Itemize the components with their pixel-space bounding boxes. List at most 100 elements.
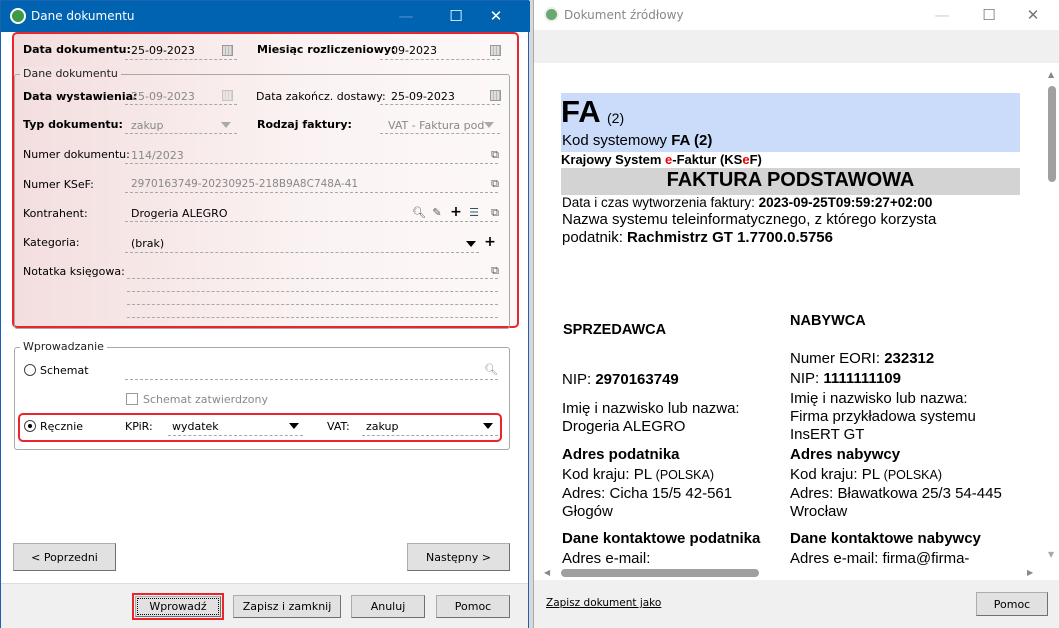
doc-system-1: Nazwa systemu teleinformatycznego, z któ… — [562, 211, 937, 228]
scrollbar-thumb[interactable] — [1048, 86, 1056, 182]
calendar-icon[interactable] — [222, 45, 233, 56]
plus-icon[interactable]: + — [450, 205, 462, 219]
chevron-down-icon — [484, 122, 494, 128]
copy-icon[interactable]: ⧉ — [489, 207, 501, 219]
copy-icon[interactable]: ⧉ — [489, 149, 501, 161]
schemat-zatwierdzony-checkbox[interactable] — [126, 393, 138, 405]
ksef-field: 2970163749-20230925-218B9A8C748A-41 — [131, 178, 359, 190]
save-document-link[interactable]: Zapisz dokument jako — [546, 597, 661, 609]
schemat-label: Schemat — [40, 364, 89, 377]
ksef-label: Numer KSeF: — [23, 178, 94, 191]
scroll-left-icon[interactable]: ◀ — [544, 568, 550, 577]
search-icon[interactable]: 🔍︎ — [484, 364, 498, 376]
help-button[interactable]: Pomoc — [436, 595, 510, 618]
data-wystawienia-field: 25-09-2023 — [131, 90, 195, 103]
doc-kod: Kod systemowy FA (2) — [562, 132, 713, 149]
cancel-button[interactable]: Anuluj — [351, 595, 425, 618]
save-close-button[interactable]: Zapisz i zamknij — [233, 595, 341, 618]
seller-contact-title: Dane kontaktowe podatnika — [562, 530, 761, 547]
doc-ksef: Krajowy System e-Faktur (KSeF) — [561, 152, 762, 167]
doc-fa: FA — [561, 94, 601, 129]
scroll-right-icon[interactable]: ▶ — [1027, 568, 1033, 577]
kpir-label: KPiR: — [125, 420, 153, 433]
recznie-label: Ręcznie — [40, 420, 84, 433]
horizontal-scrollbar[interactable]: ◀ ▶ — [534, 566, 1044, 580]
kontrahent-field[interactable]: Drogeria ALEGRO — [131, 207, 227, 220]
list-icon[interactable]: ☰ — [468, 207, 480, 219]
numer-label: Numer dokumentu: — [23, 148, 130, 161]
chevron-down-icon[interactable] — [466, 241, 476, 247]
buyer-addr2: Wrocław — [790, 503, 848, 520]
app-logo-icon — [10, 8, 26, 24]
seller-addr1: Adres: Cicha 15/5 42-561 — [562, 485, 733, 502]
buyer-nip: NIP: 1111111109 — [790, 370, 901, 387]
data-dostawy-field[interactable]: 25-09-2023 — [391, 90, 455, 103]
scroll-down-icon[interactable]: ▼ — [1048, 550, 1054, 559]
scrollbar-thumb[interactable] — [561, 569, 759, 577]
minimize-button[interactable]: — — [391, 5, 421, 27]
wprowadz-button[interactable]: Wprowadź — [135, 596, 221, 617]
dokument-zrodlowy-window: Dokument źródłowy — ☐ ✕ FA (2) Kod syste… — [533, 0, 1059, 628]
close-button[interactable]: ✕ — [481, 5, 511, 27]
numer-field: 114/2023 — [131, 149, 184, 162]
previous-button[interactable]: < Poprzedni — [13, 543, 116, 571]
seller-name: Drogeria ALEGRO — [562, 418, 686, 435]
buyer-addr-title: Adres nabywcy — [790, 446, 901, 463]
kategoria-dropdown[interactable]: (brak) — [131, 237, 164, 250]
group-title: Wprowadzanie — [20, 340, 107, 353]
copy-icon[interactable]: ⧉ — [489, 178, 501, 190]
data-dokumentu-field[interactable]: 25-09-2023 — [131, 44, 195, 57]
chevron-down-icon — [221, 122, 231, 128]
notatka-textarea[interactable] — [127, 265, 498, 321]
schemat-radio[interactable] — [24, 364, 36, 376]
maximize-button[interactable]: ☐ — [974, 4, 1004, 26]
seller-nip: NIP: 2970163749 — [562, 371, 679, 388]
recznie-radio[interactable] — [24, 420, 36, 432]
toolbar — [534, 30, 1059, 63]
buyer-country: Kod kraju: PL (POLSKA) — [790, 466, 943, 483]
seller-country: Kod kraju: PL (POLSKA) — [562, 466, 715, 483]
maximize-button[interactable]: ☐ — [441, 5, 471, 27]
chevron-down-icon[interactable] — [289, 423, 299, 429]
document-view: FA (2) Kod systemowy FA (2) Krajowy Syst… — [534, 63, 1059, 580]
close-button[interactable]: ✕ — [1018, 4, 1048, 26]
next-button[interactable]: Następny > — [407, 543, 510, 571]
calendar-icon — [222, 90, 233, 101]
help-button[interactable]: Pomoc — [976, 592, 1048, 616]
buyer-contact-title: Dane kontaktowe nabywcy — [790, 530, 981, 547]
kontrahent-label: Kontrahent: — [23, 207, 88, 220]
calendar-icon[interactable] — [490, 90, 501, 101]
vat-dropdown[interactable]: zakup — [366, 420, 399, 433]
rodzaj-label: Rodzaj faktury: — [257, 118, 352, 131]
window-title: Dokument źródłowy — [564, 8, 684, 22]
buyer-name2: InsERT GT — [790, 426, 865, 443]
seller-title: SPRZEDAWCA — [563, 322, 667, 338]
plus-icon[interactable]: + — [484, 235, 496, 249]
kpir-dropdown[interactable]: wydatek — [172, 420, 219, 433]
buyer-title: NABYWCA — [790, 313, 866, 329]
search-icon[interactable]: 🔍︎ — [412, 207, 426, 219]
kategoria-label: Kategoria: — [23, 236, 80, 249]
doc-system-2: podatnik: Rachmistrz GT 1.7700.0.5756 — [562, 229, 833, 246]
dane-dokumentu-window: Dane dokumentu — ☐ ✕ Data dokumentu: 25-… — [0, 0, 530, 628]
doc-date: Data i czas wytworzenia faktury: 2023-09… — [562, 195, 933, 210]
chevron-down-icon[interactable] — [483, 423, 493, 429]
scroll-up-icon[interactable]: ▲ — [1048, 70, 1054, 79]
title-bar: Dokument źródłowy — ☐ ✕ — [534, 0, 1059, 30]
schemat-field[interactable] — [125, 379, 498, 380]
buyer-email: Adres e-mail: firma@firma- — [790, 550, 970, 567]
minimize-button[interactable]: — — [927, 4, 957, 26]
recznie-highlight — [18, 413, 502, 442]
typ-label: Typ dokumentu: — [23, 118, 123, 131]
copy-icon[interactable]: ⧉ — [489, 265, 501, 277]
seller-email: Adres e-mail: — [562, 550, 651, 567]
calendar-icon[interactable] — [490, 45, 501, 56]
window-title: Dane dokumentu — [31, 9, 135, 23]
title-bar: Dane dokumentu — ☐ ✕ — [1, 1, 530, 32]
vertical-scrollbar[interactable]: ▲ ▼ — [1044, 70, 1059, 566]
miesiac-field[interactable]: 09-2023 — [391, 44, 437, 57]
seller-addr2: Głogów — [562, 503, 613, 520]
schemat-zatwierdzony-label: Schemat zatwierdzony — [143, 393, 268, 406]
pencil-icon[interactable]: ✎ — [431, 207, 443, 219]
buyer-addr1: Adres: Bławatkowa 25/3 54-445 — [790, 485, 1002, 502]
